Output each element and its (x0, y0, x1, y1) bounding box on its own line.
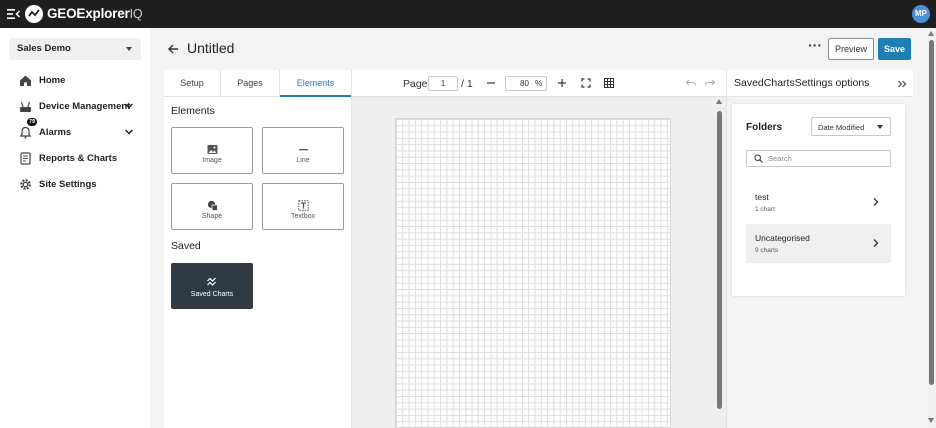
logo-icon (25, 5, 43, 23)
menu-collapse-icon[interactable] (7, 8, 20, 20)
scroll-down-icon[interactable] (928, 418, 934, 423)
sidebar-item-device-management[interactable]: Device Management (0, 95, 150, 119)
chart-icon (207, 277, 216, 286)
user-avatar[interactable]: MP (912, 5, 930, 23)
shape-element-tile[interactable]: Shape (171, 183, 253, 230)
gear-icon (20, 179, 31, 190)
search-icon (754, 154, 763, 163)
tile-label: Shape (201, 213, 223, 220)
sidebar-item-label: Device Management (39, 101, 131, 112)
chevron-down-icon[interactable] (124, 101, 134, 111)
tab-setup[interactable]: Setup (164, 70, 221, 97)
more-options-button[interactable]: ··· (808, 38, 822, 54)
textbox-element-tile[interactable]: Textbox (262, 183, 344, 230)
caret-down-icon (877, 125, 883, 129)
page-label: Page (403, 78, 428, 90)
folder-name: test (755, 192, 769, 202)
canvas-toolbar: Page / 1 80 % (351, 70, 726, 97)
zoom-in-icon[interactable] (556, 77, 568, 89)
sidebar-item-label: Home (39, 75, 66, 86)
settings-panel-title: SavedChartsSettings options (734, 77, 870, 89)
undo-icon[interactable] (685, 77, 697, 89)
caret-down-icon (126, 47, 132, 51)
settings-panel-header: SavedChartsSettings options (727, 70, 913, 97)
search-input[interactable] (768, 152, 886, 165)
folders-title: Folders (746, 122, 783, 133)
site-selector-label: Sales Demo (17, 43, 71, 54)
sidebar-item-label: Reports & Charts (39, 153, 118, 164)
sidebar-item-label: Site Settings (39, 179, 97, 190)
save-button[interactable]: Save (878, 38, 911, 60)
zoom-unit: % (535, 79, 543, 88)
scrollbar-thumb[interactable] (717, 111, 722, 409)
folder-item-test[interactable]: test 1 chart (746, 183, 891, 222)
redo-icon[interactable] (704, 77, 716, 89)
sidebar-item-site-settings[interactable]: Site Settings (0, 173, 150, 197)
line-element-tile[interactable]: Line (262, 127, 344, 174)
collapse-panel-icon[interactable] (897, 79, 907, 89)
scrollbar-thumb[interactable] (929, 40, 934, 385)
tile-label: Textbox (290, 213, 316, 220)
zoom-field[interactable]: 80 % (505, 76, 547, 91)
folders-card: Folders Date Modified test 1 chart Uncat… (732, 104, 905, 296)
scroll-up-icon[interactable] (716, 99, 722, 104)
page-number-input[interactable] (428, 76, 458, 91)
editor-header: Untitled ··· Preview Save (150, 28, 926, 70)
sidebar-item-alarms[interactable]: 79 Alarms (0, 118, 150, 145)
sidebar-item-label: Alarms (39, 127, 72, 138)
elements-section-title: Elements (171, 105, 215, 117)
folder-item-uncategorised[interactable]: Uncategorised 9 charts (746, 224, 891, 263)
report-page-canvas[interactable] (395, 118, 671, 428)
folder-chart-count: 9 charts (755, 247, 779, 254)
page-title[interactable]: Untitled (187, 40, 234, 56)
image-icon (207, 145, 218, 154)
page-total: / 1 (461, 78, 473, 90)
alarm-count-badge: 79 (27, 118, 38, 126)
bell-icon (19, 126, 32, 139)
chevron-right-icon (873, 198, 879, 206)
tile-label: Saved Charts (190, 291, 234, 298)
sort-dropdown[interactable]: Date Modified (811, 117, 891, 136)
elements-panel: Elements Image Line Shape Textbox Saved … (164, 97, 351, 428)
saved-charts-tile[interactable]: Saved Charts (171, 263, 253, 309)
folder-search[interactable] (746, 150, 891, 167)
zoom-out-icon[interactable] (485, 77, 497, 89)
shape-icon (207, 200, 218, 211)
chevron-right-icon (873, 239, 879, 247)
editor-tabs: Setup Pages Elements (164, 70, 351, 97)
line-icon (299, 149, 308, 151)
sidebar-item-home[interactable]: Home (0, 69, 150, 93)
folder-chart-count: 1 chart (755, 206, 775, 213)
zoom-value: 80 (520, 79, 529, 88)
textbox-icon (298, 200, 309, 211)
back-arrow-icon[interactable] (167, 43, 179, 55)
grid-toggle-icon[interactable] (603, 77, 615, 89)
brand-logo[interactable]: GEOExplorerIQ (47, 6, 143, 22)
folder-name: Uncategorised (755, 233, 810, 243)
top-bar: GEOExplorerIQ MP (0, 0, 936, 28)
scroll-up-icon[interactable] (928, 31, 934, 36)
brand-suffix: IQ (129, 7, 143, 21)
sidebar-item-reports-charts[interactable]: Reports & Charts (0, 147, 150, 171)
tab-pages[interactable]: Pages (221, 70, 280, 97)
image-element-tile[interactable]: Image (171, 127, 253, 174)
settings-panel: SavedChartsSettings options Folders Date… (726, 70, 913, 428)
preview-button[interactable]: Preview (828, 38, 874, 60)
chevron-down-icon[interactable] (124, 127, 134, 137)
saved-section-title: Saved (171, 240, 201, 252)
home-icon (20, 75, 31, 86)
report-icon (20, 152, 31, 165)
router-icon (20, 101, 31, 112)
canvas-scrollbar[interactable] (716, 99, 723, 428)
brand-name: GEOExplorer (47, 6, 130, 21)
site-selector[interactable]: Sales Demo (9, 38, 141, 60)
page-scrollbar[interactable] (927, 28, 936, 428)
sort-dropdown-label: Date Modified (818, 123, 865, 132)
tile-label: Line (296, 157, 310, 164)
sidebar: Sales Demo Home Device Management 79 Ala… (0, 28, 150, 428)
tab-elements[interactable]: Elements (280, 70, 351, 97)
fit-to-screen-icon[interactable] (580, 77, 592, 89)
canvas-area (351, 97, 726, 428)
tile-label: Image (202, 157, 222, 164)
